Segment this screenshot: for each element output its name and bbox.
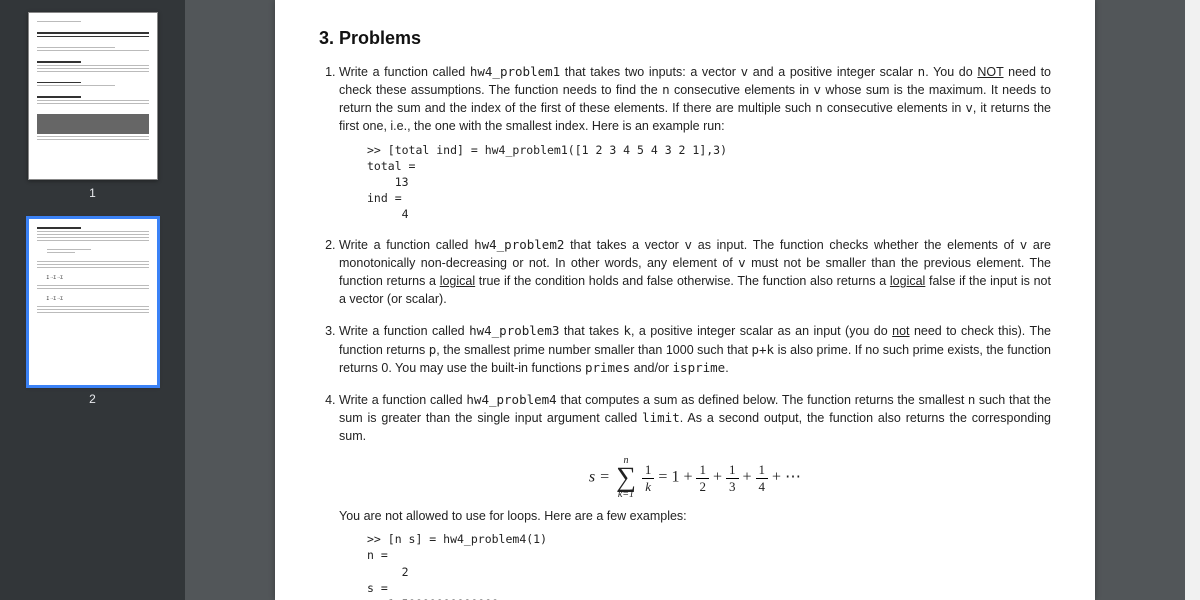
code-example-4: >> [n s] = hw4_problem4(1) n = 2 s = 1.5… (367, 531, 1051, 600)
thumbnail-1[interactable]: 1 (0, 12, 185, 200)
scrollbar[interactable] (1185, 0, 1200, 600)
problem-4: Write a function called hw4_problem4 tha… (339, 391, 1051, 600)
code-example-1: >> [total ind] = hw4_problem1([1 2 3 4 5… (367, 142, 1051, 222)
document-pane[interactable]: 3. Problems Write a function called hw4_… (185, 0, 1185, 600)
thumbnail-number-1: 1 (89, 186, 96, 200)
thumbnail-preview-1 (28, 12, 158, 180)
pdf-viewer: 1 ∑→∑→∑ ∑→∑→∑ 2 (0, 0, 1200, 600)
section-heading: 3. Problems (319, 28, 1051, 49)
formula: s = n ∑ k=1 1k = 1 + 12 + 13 + 14 + (339, 455, 1051, 501)
problem-1: Write a function called hw4_problem1 tha… (339, 63, 1051, 222)
thumbnail-number-2: 2 (89, 392, 96, 406)
problem-2: Write a function called hw4_problem2 tha… (339, 236, 1051, 309)
thumbnail-preview-2: ∑→∑→∑ ∑→∑→∑ (28, 218, 158, 386)
thumbnail-sidebar: 1 ∑→∑→∑ ∑→∑→∑ 2 (0, 0, 185, 600)
loop-note: You are not allowed to use for loops. He… (339, 507, 1051, 525)
problem-3: Write a function called hw4_problem3 tha… (339, 322, 1051, 376)
thumbnail-2[interactable]: ∑→∑→∑ ∑→∑→∑ 2 (0, 218, 185, 406)
page-2: 3. Problems Write a function called hw4_… (275, 0, 1095, 600)
problem-list: Write a function called hw4_problem1 tha… (319, 63, 1051, 600)
